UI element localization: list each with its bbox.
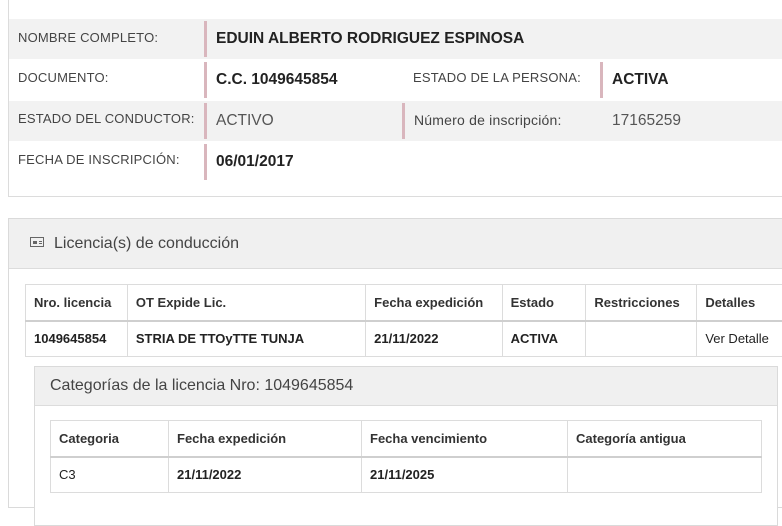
person-state-value: ACTIVA [612,71,669,89]
name-row: NOMBRE COMPLETO: EDUIN ALBERTO RODRIGUEZ… [9,19,782,59]
driver-state-row: ESTADO DEL CONDUCTOR: ACTIVO Número de i… [9,101,782,141]
categories-panel-header: Categorías de la licencia Nro: 104964585… [35,367,777,406]
col-issue-date: Fecha expedición [169,421,362,457]
table-row: 1049645854 STRIA DE TTOyTTE TUNJA 21/11/… [26,321,782,357]
inscription-number-value: 17165259 [612,112,681,130]
expiry-date-cell: 21/11/2025 [362,457,568,493]
categories-panel-title: Categorías de la licencia Nro: 104964585… [50,377,353,395]
category-cell: C3 [51,457,169,493]
licenses-panel: Licencia(s) de conducción Nro. licencia … [8,218,782,508]
old-category-cell [568,457,762,493]
col-restrictions: Restricciones [586,285,697,321]
person-info-card: NOMBRE COMPLETO: EDUIN ALBERTO RODRIGUEZ… [8,0,782,197]
divider [204,144,207,180]
table-row: C3 21/11/2022 21/11/2025 [51,457,762,493]
categories-table: Categoria Fecha expedición Fecha vencimi… [50,420,762,493]
col-issue-date: Fecha expedición [366,285,502,321]
license-number-cell: 1049645854 [26,321,128,357]
person-state-label: ESTADO DE LA PERSONA: [413,70,581,85]
divider [204,21,207,57]
driver-state-label: ESTADO DEL CONDUCTOR: [18,111,195,126]
col-details: Detalles [697,285,782,321]
restrictions-cell [586,321,697,357]
document-label: DOCUMENTO: [18,70,109,85]
col-category: Categoria [51,421,169,457]
licenses-panel-title: Licencia(s) de conducción [54,235,239,253]
categories-panel: Categorías de la licencia Nro: 104964585… [34,366,778,526]
col-license-number: Nro. licencia [26,285,128,321]
inscription-date-row: FECHA DE INSCRIPCIÓN: 06/01/2017 [9,142,782,182]
divider [204,62,207,98]
status-cell: ACTIVA [502,321,586,357]
id-card-icon [30,237,44,247]
divider [402,103,405,139]
document-row: DOCUMENTO: C.C. 1049645854 ESTADO DE LA … [9,60,782,100]
document-value: C.C. 1049645854 [216,71,338,89]
divider [204,103,207,139]
table-header-row: Categoria Fecha expedición Fecha vencimi… [51,421,762,457]
divider [600,62,603,98]
inscription-date-value: 06/01/2017 [216,153,294,171]
issue-date-cell: 21/11/2022 [366,321,502,357]
inscription-date-label: FECHA DE INSCRIPCIÓN: [18,152,180,167]
issue-date-cell: 21/11/2022 [169,457,362,493]
col-issuer: OT Expide Lic. [127,285,365,321]
view-details-link[interactable]: Ver Detalle [697,321,782,357]
licenses-panel-header: Licencia(s) de conducción [9,219,782,269]
col-expiry-date: Fecha vencimiento [362,421,568,457]
col-old-category: Categoría antigua [568,421,762,457]
table-header-row: Nro. licencia OT Expide Lic. Fecha exped… [26,285,782,321]
licenses-table: Nro. licencia OT Expide Lic. Fecha exped… [25,284,782,357]
col-status: Estado [502,285,586,321]
driver-state-value: ACTIVO [216,112,274,130]
inscription-number-label: Número de inscripción: [414,112,562,128]
issuer-cell: STRIA DE TTOyTTE TUNJA [127,321,365,357]
name-label: NOMBRE COMPLETO: [18,30,158,45]
name-value: EDUIN ALBERTO RODRIGUEZ ESPINOSA [216,30,524,48]
